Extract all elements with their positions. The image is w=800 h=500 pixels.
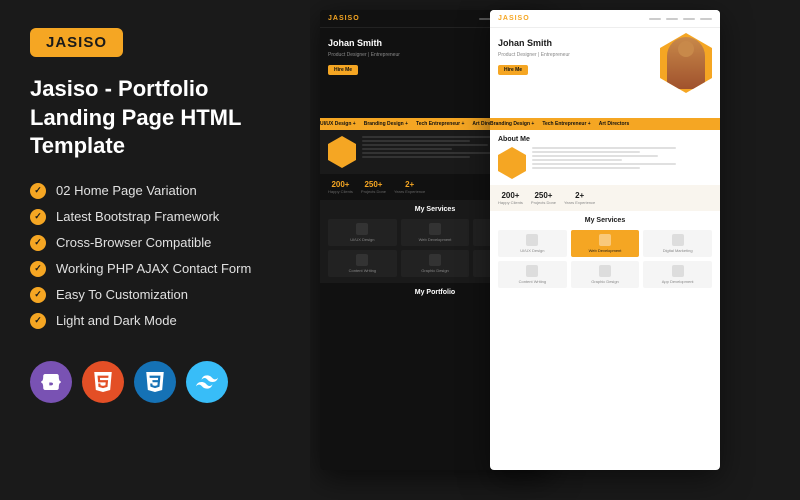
- light-about-row: [498, 147, 712, 179]
- check-icon: [30, 261, 46, 277]
- ticker-item: Art Directors: [599, 121, 630, 127]
- list-item: Light and Dark Mode: [30, 313, 280, 329]
- light-nav-link: [700, 18, 712, 20]
- preview-container: JASISO Johan Smith Product Designer | En…: [310, 0, 800, 500]
- light-about-lines: [532, 147, 712, 169]
- css3-icon: [134, 361, 176, 403]
- check-icon: [30, 209, 46, 225]
- light-line: [532, 151, 640, 153]
- check-icon: [30, 313, 46, 329]
- light-stat: 200+ Happy Clients: [498, 191, 523, 205]
- dark-stat: 250+ Projects Done: [361, 180, 386, 194]
- light-line: [532, 163, 676, 165]
- dark-stat: 2+ Years Experience: [394, 180, 425, 194]
- light-services-grid: UI/UX Design Web Development Digital Mar…: [498, 230, 712, 288]
- light-nav-link: [683, 18, 695, 20]
- light-service-icon: [672, 234, 684, 246]
- ticker-item: Branding Design +: [364, 121, 408, 127]
- light-nav-links: [649, 18, 712, 20]
- light-hero-section: Johan Smith Product Designer | Entrepren…: [490, 28, 720, 118]
- dark-line: [362, 156, 470, 158]
- list-item: Cross-Browser Compatible: [30, 235, 280, 251]
- dark-line: [362, 148, 452, 150]
- brand-badge: JASISO: [30, 28, 123, 57]
- light-service-icon: [526, 234, 538, 246]
- dark-line: [362, 136, 506, 138]
- light-hero-hexagon: [660, 33, 712, 93]
- tech-icons: [30, 361, 280, 403]
- light-service-card: Graphic Design: [571, 261, 640, 288]
- light-service-icon: [599, 265, 611, 277]
- list-item: Easy To Customization: [30, 287, 280, 303]
- dark-service-card: Web Development: [401, 219, 470, 246]
- light-hex-shape: [660, 33, 712, 93]
- ticker-item: UI/UX Design +: [320, 121, 356, 127]
- dark-line: [362, 144, 488, 146]
- tailwind-icon: [186, 361, 228, 403]
- light-nav-link: [666, 18, 678, 20]
- left-panel: JASISO Jasiso - Portfolio Landing Page H…: [0, 0, 310, 500]
- dark-service-icon: [356, 223, 368, 235]
- light-hex-sm: [498, 147, 526, 179]
- light-line: [532, 155, 658, 157]
- light-nav: JASISO: [490, 10, 720, 28]
- dark-service-icon: [429, 223, 441, 235]
- light-service-card: Digital Marketing: [643, 230, 712, 257]
- list-item: 02 Home Page Variation: [30, 183, 280, 199]
- dark-service-card: UI/UX Design: [328, 219, 397, 246]
- light-line: [532, 147, 676, 149]
- light-stat: 250+ Projects Done: [531, 191, 556, 205]
- light-service-card: UI/UX Design: [498, 230, 567, 257]
- light-about-section: About Me: [490, 130, 720, 185]
- light-service-card: App Development: [643, 261, 712, 288]
- light-service-icon: [526, 265, 538, 277]
- light-nav-logo: JASISO: [498, 15, 530, 22]
- light-nav-link: [649, 18, 661, 20]
- dark-nav-logo: JASISO: [328, 15, 360, 22]
- check-icon: [30, 235, 46, 251]
- light-ticker: Branding Design + Tech Entrepreneur + Ar…: [490, 118, 720, 130]
- light-services-section: My Services UI/UX Design Web Development…: [490, 211, 720, 294]
- features-list: 02 Home Page Variation Latest Bootstrap …: [30, 183, 280, 329]
- dark-service-icon: [356, 254, 368, 266]
- dark-line: [362, 152, 506, 154]
- check-icon: [30, 183, 46, 199]
- light-line: [532, 159, 622, 161]
- bootstrap-icon: [30, 361, 72, 403]
- right-panel: JASISO Johan Smith Product Designer | En…: [310, 0, 800, 500]
- person-silhouette: [667, 37, 705, 89]
- light-line: [532, 167, 640, 169]
- dark-service-card: Content Writing: [328, 250, 397, 277]
- light-service-icon: [672, 265, 684, 277]
- light-stat: 2+ Years Experience: [564, 191, 595, 205]
- preview-light: JASISO Johan Smith Product Designer | En…: [490, 10, 720, 470]
- dark-service-icon: [429, 254, 441, 266]
- ticker-item: Branding Design +: [490, 121, 534, 127]
- dark-hex-sm: [328, 136, 356, 168]
- dark-stat: 200+ Happy Clients: [328, 180, 353, 194]
- check-icon: [30, 287, 46, 303]
- html5-icon: [82, 361, 124, 403]
- dark-line: [362, 140, 470, 142]
- list-item: Latest Bootstrap Framework: [30, 209, 280, 225]
- dark-service-card: Graphic Design: [401, 250, 470, 277]
- list-item: Working PHP AJAX Contact Form: [30, 261, 280, 277]
- ticker-item: Tech Entrepreneur +: [416, 121, 464, 127]
- light-stats-section: 200+ Happy Clients 250+ Projects Done 2+…: [490, 185, 720, 211]
- ticker-item: Tech Entrepreneur +: [542, 121, 590, 127]
- light-service-icon: [599, 234, 611, 246]
- light-service-card-highlighted: Web Development: [571, 230, 640, 257]
- product-title: Jasiso - Portfolio Landing Page HTML Tem…: [30, 75, 280, 161]
- light-service-card: Content Writing: [498, 261, 567, 288]
